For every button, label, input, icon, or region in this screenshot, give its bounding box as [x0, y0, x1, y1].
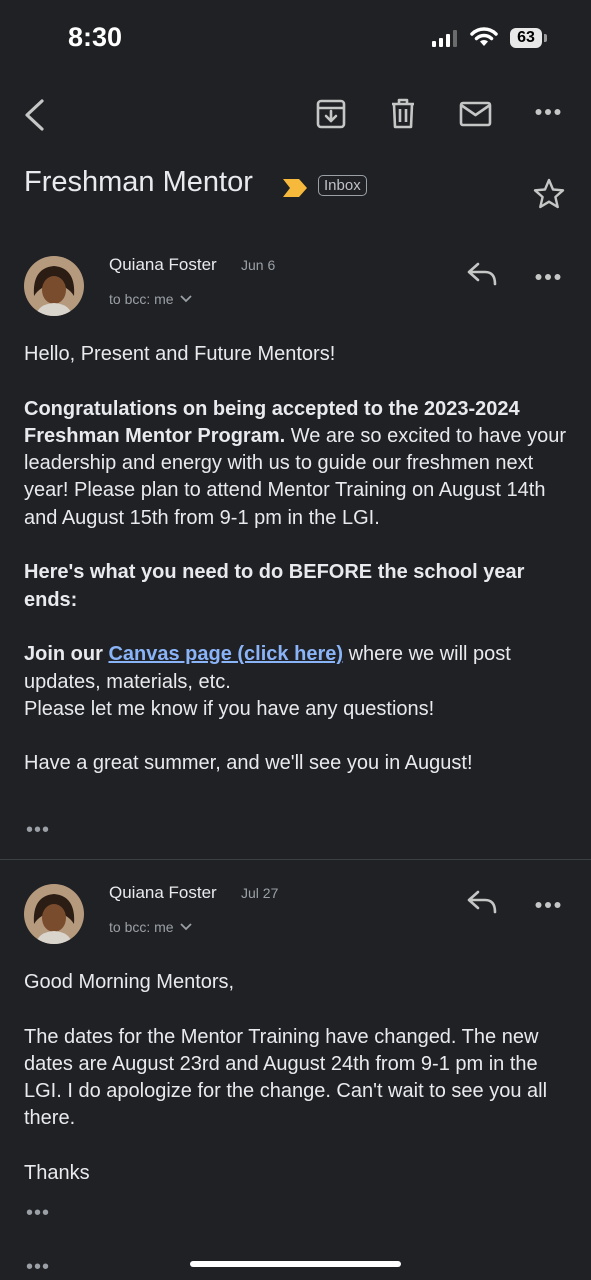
- chevron-down-icon: [179, 923, 192, 931]
- questions-line: Please let me know if you have any quest…: [24, 697, 435, 720]
- trash-icon[interactable]: [390, 98, 416, 129]
- home-indicator[interactable]: [190, 1261, 401, 1267]
- email-subject: Freshman Mentor: [24, 166, 253, 198]
- sender-name: Quiana Foster: [109, 883, 217, 902]
- inbox-label[interactable]: Inbox: [318, 175, 367, 196]
- cellular-signal-icon: [432, 30, 457, 47]
- archive-icon[interactable]: [316, 99, 346, 129]
- battery-icon: 63: [510, 28, 542, 48]
- message-date: Jun 6: [241, 257, 276, 273]
- show-trimmed-content-button[interactable]: •••: [26, 1256, 50, 1279]
- message-body: Hello, Present and Future Mentors! Congr…: [24, 341, 569, 805]
- more-options-icon[interactable]: [535, 104, 561, 122]
- paragraph-todo: Here's what you need to do BEFORE the sc…: [24, 559, 569, 614]
- message-divider: [0, 859, 591, 860]
- important-marker-icon[interactable]: [282, 178, 308, 198]
- reply-icon[interactable]: [467, 262, 497, 286]
- star-icon[interactable]: [533, 178, 565, 209]
- back-arrow-icon[interactable]: [22, 98, 46, 132]
- closing: Have a great summer, and we'll see you i…: [24, 752, 473, 775]
- recipients-label: to bcc: me: [109, 919, 174, 935]
- join-text: Join our: [24, 643, 109, 666]
- recipients-toggle[interactable]: to bcc: me: [109, 291, 192, 307]
- message-more-icon[interactable]: [535, 269, 561, 287]
- message-date: Jul 27: [241, 885, 279, 901]
- todo-heading: Here's what you need to do BEFORE the sc…: [24, 561, 525, 611]
- avatar[interactable]: [24, 256, 84, 316]
- mail-icon[interactable]: [459, 101, 492, 127]
- battery-cap: [544, 34, 547, 42]
- chevron-down-icon: [179, 295, 192, 303]
- closing: Thanks: [24, 1162, 90, 1185]
- greeting: Hello, Present and Future Mentors!: [24, 343, 336, 365]
- paragraph-announcement: Congratulations on being accepted to the…: [24, 396, 569, 532]
- status-time: 8:30: [68, 22, 123, 52]
- wifi-icon: [470, 27, 498, 46]
- paragraph-text: The dates for the Mentor Training have c…: [24, 1025, 548, 1130]
- message-body: Good Morning Mentors, The dates for the …: [24, 969, 569, 1215]
- show-trimmed-content-button[interactable]: •••: [26, 819, 50, 842]
- sender-name: Quiana Foster: [109, 255, 217, 274]
- paragraph-canvas: Join our Canvas page (click here) where …: [24, 641, 569, 723]
- recipients-label: to bcc: me: [109, 291, 174, 307]
- reply-icon[interactable]: [467, 890, 497, 914]
- canvas-link[interactable]: Canvas page (click here): [108, 643, 343, 665]
- message-more-icon[interactable]: [535, 897, 561, 915]
- recipients-toggle[interactable]: to bcc: me: [109, 919, 192, 935]
- show-trimmed-content-button[interactable]: •••: [26, 1202, 50, 1225]
- greeting: Good Morning Mentors,: [24, 971, 235, 993]
- avatar[interactable]: [24, 884, 84, 944]
